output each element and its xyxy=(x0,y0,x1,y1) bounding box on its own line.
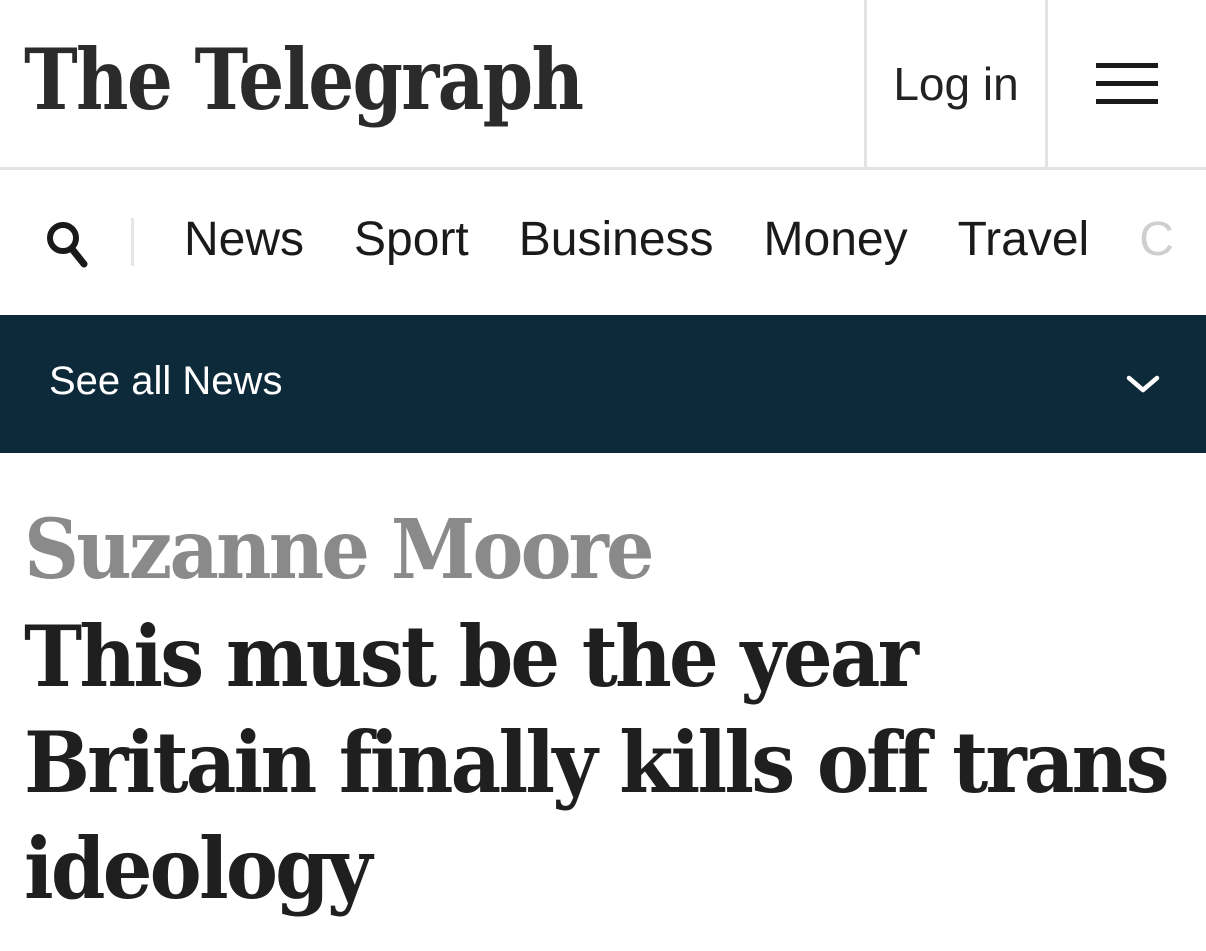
see-all-news-label[interactable]: See all News xyxy=(49,355,282,407)
site-logo[interactable]: The Telegraph xyxy=(24,30,584,130)
nav-divider xyxy=(131,218,134,266)
search-icon[interactable] xyxy=(44,218,90,268)
nav-item-travel[interactable]: Travel xyxy=(958,210,1090,270)
nav-item-news[interactable]: News xyxy=(184,210,304,270)
nav-item-sport[interactable]: Sport xyxy=(354,210,469,270)
article-header: Suzanne Moore This must be the year Brit… xyxy=(24,500,1194,922)
section-subnav[interactable]: See all News xyxy=(0,315,1206,453)
primary-nav: News Sport Business Money Travel C xyxy=(0,170,1206,315)
nav-item-money[interactable]: Money xyxy=(764,210,908,270)
nav-items: News Sport Business Money Travel C xyxy=(184,210,1206,270)
chevron-down-icon[interactable] xyxy=(1126,373,1160,395)
site-header: The Telegraph Log in xyxy=(0,0,1206,170)
article-headline: This must be the year Britain finally ki… xyxy=(24,607,1170,918)
author-name[interactable]: Suzanne Moore xyxy=(24,500,1112,600)
nav-item-overflow[interactable]: C xyxy=(1139,210,1174,270)
menu-button[interactable] xyxy=(1048,0,1206,167)
hamburger-menu-icon xyxy=(1096,62,1158,104)
nav-item-business[interactable]: Business xyxy=(519,210,714,270)
login-button[interactable]: Log in xyxy=(864,0,1048,167)
